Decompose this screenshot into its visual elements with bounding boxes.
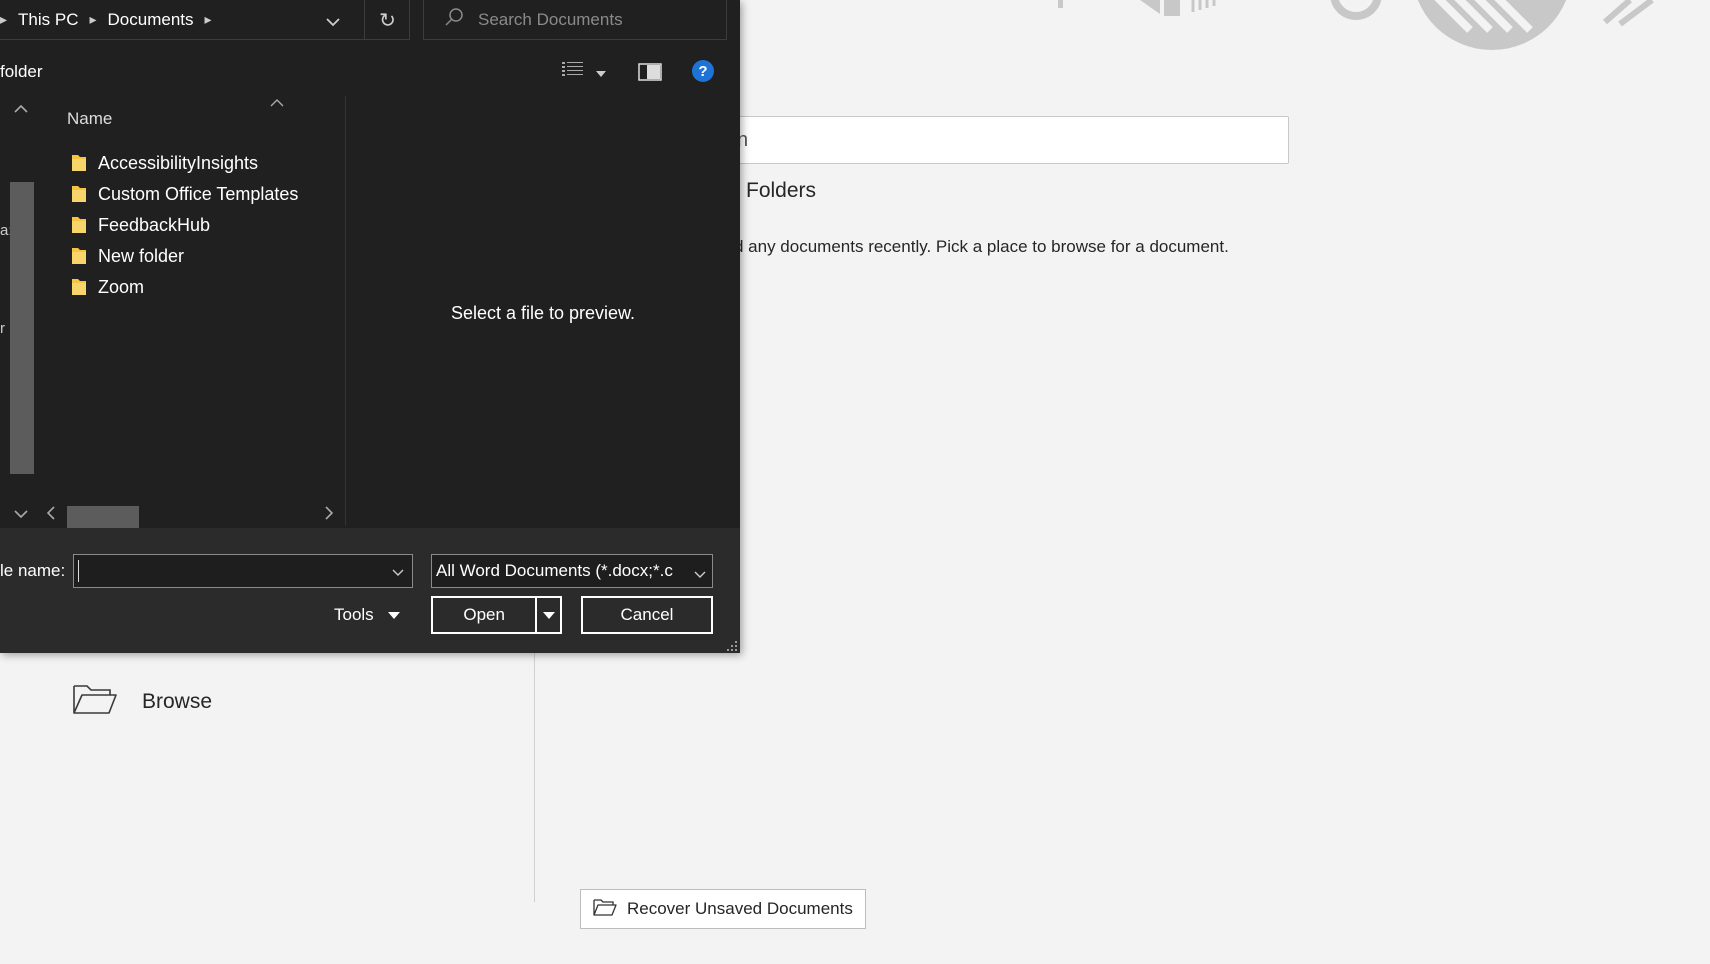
address-bar[interactable]: ▸ This PC ▸ Documents ▸ ↻	[0, 0, 410, 40]
folder-icon	[71, 184, 87, 204]
refresh-button[interactable]: ↻	[364, 0, 410, 40]
chevron-right-icon: ▸	[204, 11, 212, 27]
search-icon	[444, 7, 464, 32]
preview-pane-icon[interactable]	[638, 63, 662, 86]
browse-button[interactable]: Browse	[72, 682, 212, 721]
search-box[interactable]	[423, 0, 727, 40]
file-name: AccessibilityInsights	[98, 152, 259, 173]
pane-divider	[534, 650, 535, 902]
file-name: FeedbackHub	[98, 214, 211, 235]
preview-pane: Select a file to preview.	[346, 96, 740, 526]
horizontal-scrollbar[interactable]	[38, 500, 346, 528]
dropdown-arrow-icon	[542, 611, 555, 619]
file-type-select[interactable]: All Word Documents (*.docx;*.c	[431, 554, 713, 588]
open-label: Open	[463, 605, 505, 624]
no-recent-message: d any documents recently. Pick a place t…	[734, 237, 1229, 256]
breadcrumb-this-pc[interactable]: This PC	[18, 10, 78, 30]
sort-ascending-icon	[270, 96, 284, 110]
resize-grip-icon[interactable]	[726, 640, 738, 655]
recover-unsaved-documents-button[interactable]: Recover Unsaved Documents	[580, 889, 866, 929]
cancel-label: Cancel	[620, 605, 674, 624]
file-name: Zoom	[98, 276, 145, 297]
open-button[interactable]: Open	[431, 596, 562, 634]
file-name-label: le name:	[0, 561, 66, 580]
new-folder-button[interactable]: folder	[0, 62, 43, 82]
dropdown-arrow-icon	[387, 611, 400, 619]
search-input[interactable]	[478, 9, 718, 30]
file-name-input[interactable]	[73, 554, 413, 588]
chevron-up-icon[interactable]	[14, 102, 28, 117]
command-bar: folder ?	[0, 52, 740, 92]
dialog-footer: le name: All Word Documents (*.docx;*.c …	[0, 528, 740, 653]
file-name: New folder	[98, 245, 185, 266]
chevron-left-icon[interactable]	[46, 506, 55, 523]
list-item[interactable]: Custom Office Templates	[71, 180, 298, 208]
list-item[interactable]: Zoom	[71, 273, 144, 301]
tools-label: Tools	[334, 605, 374, 624]
open-folder-icon	[593, 898, 617, 921]
refresh-icon: ↻	[379, 9, 396, 32]
folder-icon	[71, 277, 87, 297]
open-options-dropdown[interactable]	[535, 598, 560, 632]
chevron-right-icon[interactable]	[325, 506, 334, 523]
folders-heading[interactable]: Folders	[746, 179, 816, 203]
browse-label: Browse	[142, 689, 213, 713]
folder-icon	[71, 153, 87, 173]
details-view-icon	[562, 61, 584, 84]
view-options-dropdown-icon	[596, 64, 606, 82]
folder-icon	[71, 246, 87, 266]
change-view-button[interactable]	[562, 61, 606, 84]
file-list[interactable]: Name AccessibilityInsights Custom Office…	[38, 96, 346, 528]
chevron-down-icon	[690, 564, 706, 584]
text-cursor	[78, 560, 79, 582]
chevron-down-icon[interactable]	[14, 506, 28, 524]
nav-item-fragment[interactable]: r	[0, 320, 5, 337]
background-search-field[interactable]: n	[700, 116, 1289, 164]
decorative-banner	[1040, 0, 1680, 60]
chevron-right-icon: ▸	[0, 11, 8, 27]
cancel-button[interactable]: Cancel	[581, 596, 713, 634]
breadcrumb-documents[interactable]: Documents	[108, 10, 194, 30]
chevron-down-icon[interactable]	[326, 12, 340, 32]
file-type-value: All Word Documents (*.docx;*.c	[436, 561, 673, 580]
column-header-name[interactable]: Name	[67, 109, 112, 129]
list-item[interactable]: FeedbackHub	[71, 211, 210, 239]
folder-icon	[71, 215, 87, 235]
list-item[interactable]: AccessibilityInsights	[71, 149, 258, 177]
chevron-down-icon[interactable]	[392, 564, 404, 582]
file-name: Custom Office Templates	[98, 183, 299, 204]
list-item[interactable]: New folder	[71, 242, 184, 270]
nav-scrollbar-thumb[interactable]	[10, 182, 34, 474]
open-file-dialog: ▸ This PC ▸ Documents ▸ ↻ folder	[0, 0, 740, 653]
preview-message: Select a file to preview.	[450, 303, 636, 323]
navigation-pane[interactable]: a: r	[0, 96, 38, 526]
open-folder-icon	[72, 682, 118, 721]
tools-menu-button[interactable]: Tools	[334, 605, 400, 625]
recover-label: Recover Unsaved Documents	[627, 899, 853, 918]
help-icon[interactable]: ?	[692, 60, 714, 82]
chevron-right-icon: ▸	[89, 11, 97, 27]
scrollbar-thumb[interactable]	[67, 506, 139, 528]
